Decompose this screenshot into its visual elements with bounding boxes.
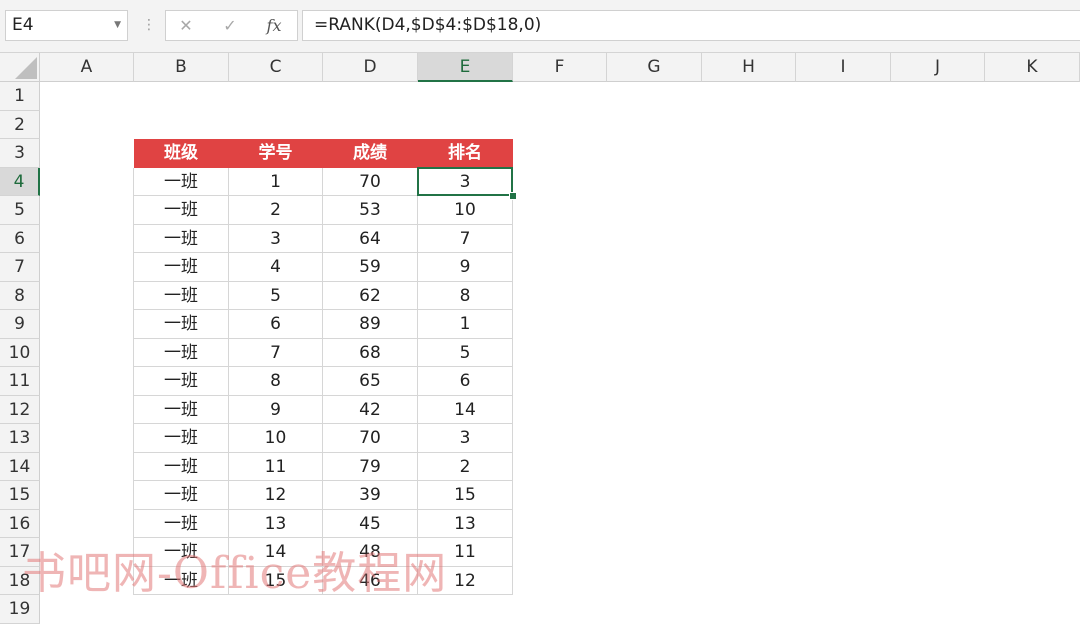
table-cell[interactable]: 14 <box>418 395 513 424</box>
column-header-j[interactable]: J <box>891 53 985 82</box>
table-cell[interactable]: 68 <box>323 338 418 367</box>
table-cell[interactable]: 7 <box>229 338 323 367</box>
table-cell[interactable]: 62 <box>323 281 418 310</box>
row-header-16[interactable]: 16 <box>0 509 40 538</box>
table-cell[interactable]: 一班 <box>134 481 229 510</box>
table-cell[interactable]: 89 <box>323 310 418 339</box>
row-header-6[interactable]: 6 <box>0 224 40 253</box>
table-cell[interactable]: 13 <box>418 509 513 538</box>
table-cell[interactable]: 15 <box>418 481 513 510</box>
table-cell[interactable]: 45 <box>323 509 418 538</box>
select-all-triangle-icon <box>15 57 37 79</box>
table-cell[interactable]: 一班 <box>134 367 229 396</box>
watermark: 书吧网-Office教程网 <box>22 548 448 599</box>
table-cell[interactable]: 一班 <box>134 196 229 225</box>
row-header-2[interactable]: 2 <box>0 110 40 139</box>
column-header-a[interactable]: A <box>40 53 134 82</box>
table-cell[interactable]: 4 <box>229 253 323 282</box>
table-cell[interactable]: 6 <box>418 367 513 396</box>
row-header-14[interactable]: 14 <box>0 452 40 481</box>
table-cell[interactable]: 1 <box>418 310 513 339</box>
table-cell[interactable]: 9 <box>418 253 513 282</box>
table-cell[interactable]: 一班 <box>134 395 229 424</box>
table-cell[interactable]: 3 <box>418 424 513 453</box>
select-all-button[interactable] <box>0 53 40 82</box>
table-cell[interactable]: 53 <box>323 196 418 225</box>
table-cell[interactable]: 5 <box>229 281 323 310</box>
table-cell[interactable]: 6 <box>229 310 323 339</box>
table-cell[interactable]: 8 <box>418 281 513 310</box>
formula-buttons: ✕ ✓ fx <box>165 10 298 41</box>
row-header-7[interactable]: 7 <box>0 253 40 282</box>
table-cell[interactable]: 11 <box>229 452 323 481</box>
table-header-cell[interactable]: 排名 <box>418 139 513 168</box>
spreadsheet-grid: A B C D E F G H I J K 1 2 3 4 5 6 7 8 9 10 11 12 13 14 15 16 17 18 19… <box>0 53 1080 624</box>
table-cell[interactable]: 一班 <box>134 167 229 196</box>
table-cell[interactable]: 一班 <box>134 310 229 339</box>
column-header-d[interactable]: D <box>323 53 418 82</box>
row-header-3[interactable]: 3 <box>0 139 40 168</box>
column-header-h[interactable]: H <box>702 53 796 82</box>
column-header-g[interactable]: G <box>607 53 702 82</box>
table-cell[interactable]: 79 <box>323 452 418 481</box>
column-header-f[interactable]: F <box>513 53 607 82</box>
row-header-10[interactable]: 10 <box>0 338 40 367</box>
table-cell[interactable]: 1 <box>229 167 323 196</box>
table-cell[interactable]: 一班 <box>134 224 229 253</box>
table-cell[interactable]: 2 <box>418 452 513 481</box>
row-header-11[interactable]: 11 <box>0 367 40 396</box>
table-cell[interactable]: 一班 <box>134 338 229 367</box>
table-cell[interactable]: 12 <box>229 481 323 510</box>
table-cell[interactable]: 一班 <box>134 253 229 282</box>
row-header-13[interactable]: 13 <box>0 424 40 453</box>
table-cell[interactable]: 10 <box>229 424 323 453</box>
table-cell[interactable]: 10 <box>418 196 513 225</box>
table-cell[interactable]: 一班 <box>134 424 229 453</box>
table-cell[interactable]: 5 <box>418 338 513 367</box>
row-header-12[interactable]: 12 <box>0 395 40 424</box>
table-cell[interactable]: 70 <box>323 167 418 196</box>
table-cell[interactable]: 9 <box>229 395 323 424</box>
row-header-4[interactable]: 4 <box>0 167 40 196</box>
insert-function-icon[interactable]: fx <box>262 11 286 40</box>
table-cell[interactable]: 7 <box>418 224 513 253</box>
table-cell[interactable]: 13 <box>229 509 323 538</box>
enter-icon[interactable]: ✓ <box>218 11 242 40</box>
row-header-1[interactable]: 1 <box>0 82 40 111</box>
table-cell[interactable]: 2 <box>229 196 323 225</box>
fill-handle[interactable] <box>509 192 517 200</box>
row-header-15[interactable]: 15 <box>0 481 40 510</box>
column-header-i[interactable]: I <box>796 53 891 82</box>
table-left-border <box>133 167 134 595</box>
column-header-b[interactable]: B <box>134 53 229 82</box>
table-cell[interactable]: 一班 <box>134 281 229 310</box>
column-header-c[interactable]: C <box>229 53 323 82</box>
formula-bar-grip-icon[interactable]: ⋮ <box>142 10 156 41</box>
table-cell[interactable]: 39 <box>323 481 418 510</box>
formula-bar: E4 ▼ ⋮ ✕ ✓ fx =RANK(D4,$D$4:$D$18,0) <box>0 0 1080 53</box>
table-cell[interactable]: 65 <box>323 367 418 396</box>
table-cell[interactable]: 一班 <box>134 452 229 481</box>
column-header-e[interactable]: E <box>418 53 513 82</box>
row-header-5[interactable]: 5 <box>0 196 40 225</box>
table-cell[interactable]: 64 <box>323 224 418 253</box>
cancel-icon[interactable]: ✕ <box>174 11 198 40</box>
name-box-value: E4 <box>12 15 34 35</box>
table-cell[interactable]: 42 <box>323 395 418 424</box>
table-cell[interactable]: 一班 <box>134 509 229 538</box>
table-header-cell[interactable]: 成绩 <box>323 139 418 168</box>
table-cell[interactable]: 8 <box>229 367 323 396</box>
table-cell[interactable]: 59 <box>323 253 418 282</box>
row-header-9[interactable]: 9 <box>0 310 40 339</box>
table-cell[interactable]: 70 <box>323 424 418 453</box>
name-box-dropdown-icon[interactable]: ▼ <box>114 11 121 40</box>
table-header-cell[interactable]: 班级 <box>134 139 229 168</box>
column-header-k[interactable]: K <box>985 53 1080 82</box>
formula-input[interactable]: =RANK(D4,$D$4:$D$18,0) <box>302 10 1080 41</box>
table-cell[interactable]: 3 <box>229 224 323 253</box>
table-header-cell[interactable]: 学号 <box>229 139 323 168</box>
name-box[interactable]: E4 ▼ <box>5 10 128 41</box>
table-cell[interactable]: 3 <box>418 167 513 196</box>
row-header-8[interactable]: 8 <box>0 281 40 310</box>
